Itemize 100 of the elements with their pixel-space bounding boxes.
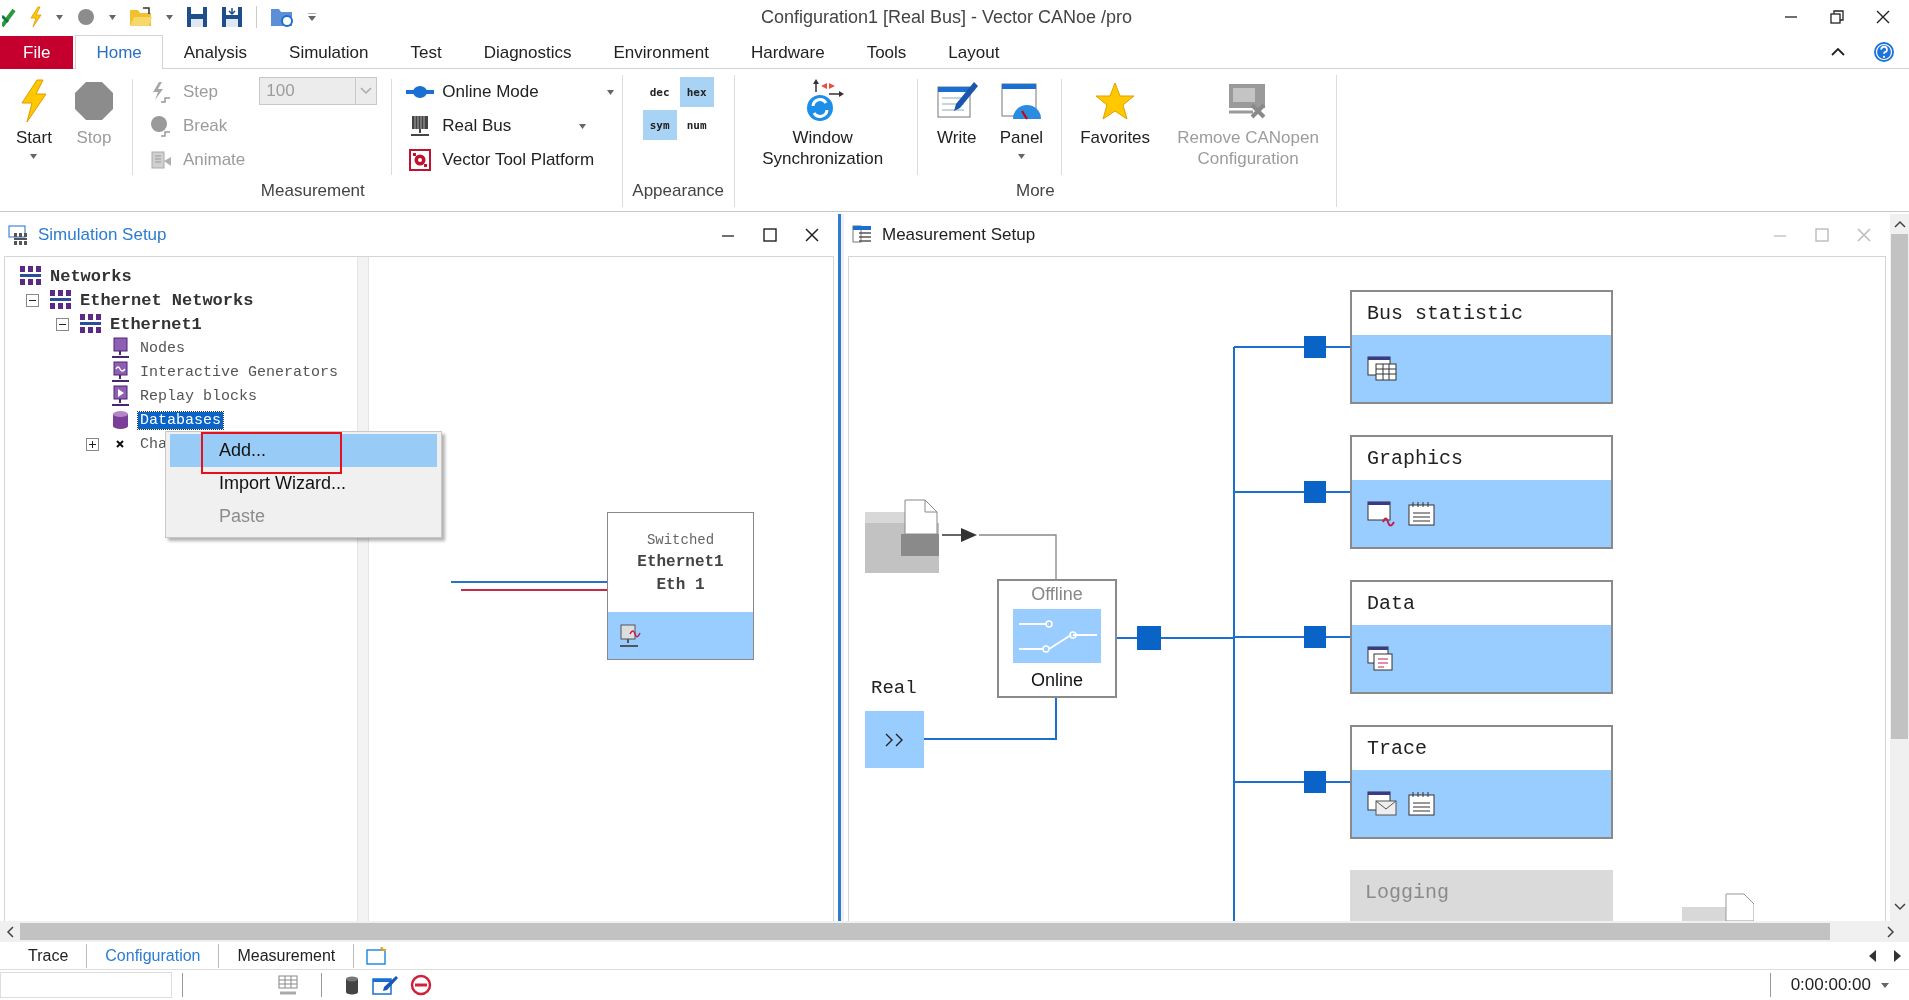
menu-item[interactable]: Import Wizard...: [170, 467, 437, 500]
tree-item[interactable]: Ethernet1: [108, 314, 204, 334]
analysis-block[interactable]: Trace: [1350, 725, 1613, 839]
network-icon: [19, 265, 42, 287]
connector-icon: [406, 84, 435, 100]
new-page-icon[interactable]: [366, 946, 389, 965]
tree-item[interactable]: Interactive Generators: [138, 363, 341, 381]
menu-tab[interactable]: Analysis: [162, 36, 269, 69]
notepad-icon: [1407, 790, 1437, 817]
analysis-block[interactable]: Graphics: [1350, 435, 1613, 549]
previous-icon[interactable]: [1869, 949, 1877, 962]
menu-item[interactable]: Add...: [170, 434, 437, 467]
save-icon[interactable]: [186, 6, 208, 28]
star-icon: [1095, 81, 1136, 121]
close-icon[interactable]: [804, 227, 820, 243]
scroll-left-icon[interactable]: [6, 925, 14, 938]
tree-item[interactable]: Nodes: [138, 339, 187, 357]
tree-item[interactable]: Replay blocks: [138, 387, 260, 405]
menu-tab[interactable]: Layout: [927, 36, 1021, 69]
analysis-block[interactable]: Data: [1350, 580, 1613, 694]
stop-icon[interactable]: [76, 7, 96, 27]
format-toggle[interactable]: hex: [679, 77, 714, 107]
next-icon[interactable]: [1893, 949, 1901, 962]
ribbon-button[interactable]: Panel: [995, 75, 1048, 159]
gauge-window-icon: [1000, 81, 1043, 121]
menu-tab[interactable]: Tools: [845, 36, 928, 69]
block-title: Logging: [1364, 879, 1450, 906]
scrollbar-thumb[interactable]: [1891, 234, 1908, 739]
restore-icon[interactable]: [1829, 9, 1845, 25]
scroll-down-icon[interactable]: [1893, 903, 1906, 911]
ribbon-button[interactable]: Start: [12, 75, 56, 159]
switch-label: Offline: [1031, 583, 1083, 606]
app-icon[interactable]: [2, 6, 16, 28]
horizontal-scrollbar[interactable]: [0, 921, 1909, 942]
node-name: Ethernet1: [637, 552, 724, 571]
format-toggle[interactable]: num: [679, 110, 714, 140]
page-tab[interactable]: Trace: [10, 943, 88, 968]
ribbon-button[interactable]: Favorites: [1076, 75, 1155, 148]
close-icon[interactable]: [1875, 9, 1891, 25]
caret-icon[interactable]: [579, 123, 587, 129]
pencil-window-icon[interactable]: [372, 975, 398, 995]
file-menu-button[interactable]: File: [0, 36, 74, 69]
caret-icon[interactable]: [56, 14, 63, 20]
caret-icon[interactable]: [606, 89, 614, 95]
group-label: Appearance: [631, 181, 725, 202]
network-node[interactable]: Switched Ethernet1 Eth 1: [607, 512, 754, 660]
tree-item[interactable]: Networks: [48, 266, 134, 286]
caret-icon[interactable]: [166, 14, 173, 20]
maximize-icon[interactable]: [762, 227, 778, 243]
help-icon[interactable]: [1873, 40, 1895, 63]
block-title: Bus statistic: [1366, 301, 1525, 327]
scrollbar-thumb[interactable]: [20, 923, 1830, 940]
node-type: Switched: [646, 531, 715, 548]
save-all-icon[interactable]: [221, 6, 243, 28]
database-icon[interactable]: [344, 975, 360, 995]
caret-icon[interactable]: [1881, 982, 1889, 988]
online-switch[interactable]: Offline Online: [997, 579, 1117, 698]
hardware-icon: [409, 115, 432, 137]
scroll-up-icon[interactable]: [1893, 220, 1906, 228]
analysis-block[interactable]: Bus statistic: [1350, 290, 1613, 404]
replay-icon: [109, 385, 132, 407]
tree-item[interactable]: Databases: [138, 411, 223, 429]
menu-tab[interactable]: Simulation: [268, 36, 390, 69]
connection-square: [1304, 626, 1326, 648]
group-label: More: [1015, 181, 1056, 202]
customize-icon[interactable]: [307, 13, 317, 21]
menu-tab[interactable]: Hardware: [729, 36, 846, 69]
ribbon-button[interactable]: Vector Tool Platform: [406, 143, 614, 177]
message-window-icon: [1367, 790, 1397, 817]
file-icon: [1682, 893, 1754, 921]
expand-toggle-icon[interactable]: [86, 437, 99, 451]
scroll-right-icon[interactable]: [1887, 925, 1895, 938]
menu-tab[interactable]: Diagnostics: [462, 36, 593, 69]
ribbon-button[interactable]: Online Mode: [406, 75, 614, 109]
caret-icon[interactable]: [30, 154, 38, 159]
menu-tab[interactable]: Environment: [592, 36, 730, 69]
format-toggle[interactable]: sym: [642, 110, 677, 140]
block-title: Trace: [1366, 736, 1428, 762]
folder-file-icon: [865, 498, 939, 573]
computer-wave-icon: [618, 623, 642, 648]
page-tab[interactable]: Configuration: [87, 943, 220, 968]
collapse-ribbon-icon[interactable]: [1831, 47, 1845, 56]
menu-tab[interactable]: Test: [389, 36, 463, 69]
generator-icon: [109, 361, 132, 383]
collapse-toggle-icon[interactable]: [56, 317, 69, 331]
folder-icon[interactable]: [129, 7, 153, 27]
caret-icon[interactable]: [109, 14, 116, 20]
format-toggle[interactable]: dec: [642, 77, 677, 107]
ribbon-button[interactable]: Real Bus: [406, 109, 614, 143]
caret-icon[interactable]: [1017, 154, 1025, 159]
tree-item[interactable]: Ethernet Networks: [78, 290, 256, 310]
collapse-toggle-icon[interactable]: [26, 293, 39, 307]
window-icon: [852, 225, 874, 245]
animate-icon: [149, 149, 172, 171]
ribbon-button[interactable]: Window Synchronization: [742, 75, 903, 169]
ribbon-button[interactable]: Write: [931, 75, 982, 148]
menu-tab[interactable]: Home: [75, 35, 163, 69]
panel-title: Simulation Setup: [38, 225, 167, 245]
switch-label: Online: [1031, 669, 1083, 692]
page-tab[interactable]: Measurement: [219, 943, 355, 968]
